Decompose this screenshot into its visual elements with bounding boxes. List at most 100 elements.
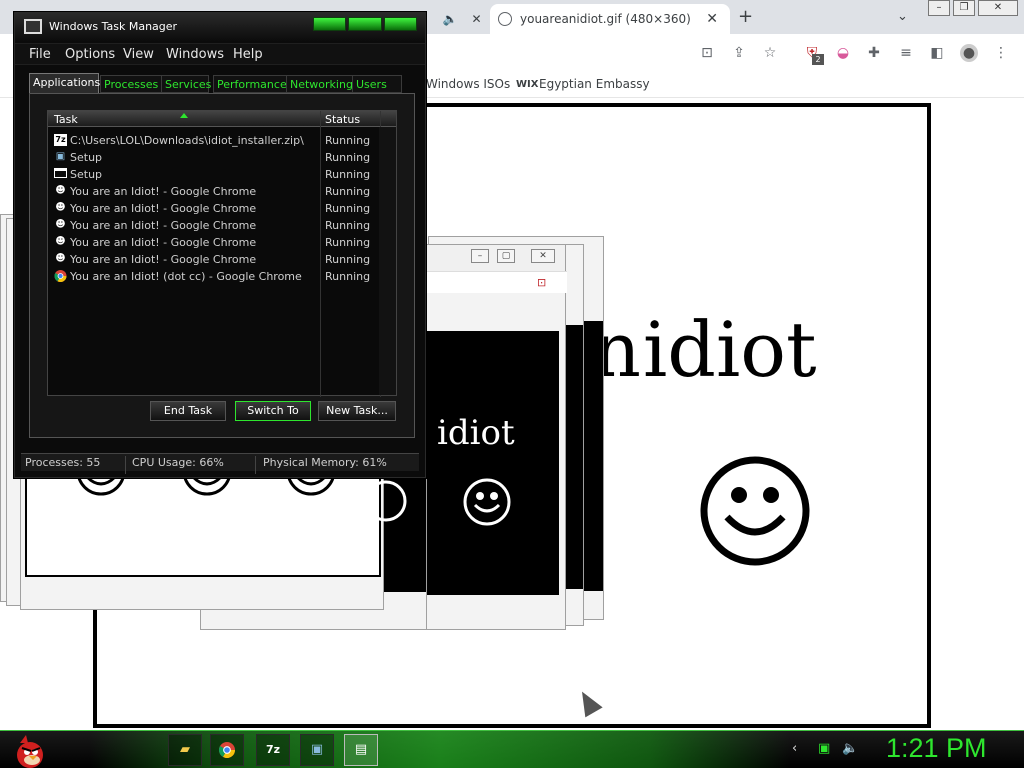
task-status: Running [325,134,371,147]
tab-youareanidiot[interactable]: youareanidiot.gif (480×360) ✕ [490,4,730,34]
menu-file[interactable]: File [29,47,51,62]
setup-icon[interactable]: ▣ [300,734,334,766]
tab-close-icon[interactable]: ✕ [471,12,481,26]
task-status: Running [325,202,371,215]
chevron-down-icon[interactable]: ⌄ [897,9,908,24]
blocked-popup-icon[interactable]: ⊡ [537,276,546,289]
table-row[interactable]: You are an Idiot! (dot cc) - Google Chro… [52,268,396,285]
taskbar: ▰ 7z ▣ ▤ ‹ ▣ 🔈 1:21 PM [0,730,1024,768]
popup-window[interactable]: – ▢ ✕ ⊡ idiot [426,244,567,630]
blocked-popup-icon[interactable]: ⊡ [698,44,716,62]
chrome-icon[interactable] [210,734,244,766]
new-task-button[interactable]: New Task... [318,401,396,421]
task-name: You are an Idiot! - Google Chrome [70,219,257,232]
smiley-icon: ☻ [55,219,66,230]
table-row[interactable]: ☻ You are an Idiot! - Google Chrome Runn… [52,183,396,200]
globe-icon [498,12,512,26]
smiley-icon [463,478,511,526]
start-button-angry-bird-icon[interactable] [6,731,50,768]
tab-applications[interactable]: Applications [29,73,100,95]
popup-window[interactable] [20,470,384,610]
menu-windows[interactable]: Windows [166,47,224,62]
menu-help[interactable]: Help [233,47,263,62]
new-tab-icon[interactable]: + [738,6,753,27]
table-row[interactable]: Setup Running [52,166,396,183]
status-bar: Processes: 55 CPU Usage: 66% Physical Me… [21,453,419,474]
restore-button[interactable]: ❐ [953,0,975,16]
task-manager-window[interactable]: Windows Task Manager File Options View W… [14,12,426,478]
task-name: You are an Idiot! - Google Chrome [70,253,257,266]
wix-icon: WIX [516,79,539,90]
task-status: Running [325,168,371,181]
divider [125,456,126,474]
popup-text: idiot [437,413,515,453]
table-row[interactable]: ☻ You are an Idiot! - Google Chrome Runn… [52,234,396,251]
close-button[interactable]: ✕ [978,0,1018,16]
task-status: Running [325,236,371,249]
tray-chevron-icon[interactable]: ‹ [792,741,797,756]
process-count: Processes: 55 [25,456,101,469]
tab-performance[interactable]: Performance [213,75,297,93]
smiley-icon: ☻ [55,202,66,213]
tab-close-icon[interactable]: ✕ [706,11,718,27]
tab-networking[interactable]: Networking [286,75,358,93]
media-icon[interactable]: ≡ [897,44,915,62]
minimize-button[interactable]: – [471,249,489,263]
menu-bar: File Options View Windows Help [15,43,425,65]
tab-audio-indicator[interactable]: 🔈 ✕ [438,4,486,34]
tab-users[interactable]: Users [352,75,402,93]
setup-icon: ▣ [55,151,66,162]
bookmark-windows-isos[interactable]: Windows ISOs [426,77,510,91]
table-row[interactable]: ☻ You are an Idiot! - Google Chrome Runn… [52,200,396,217]
menu-icon[interactable]: ⋮ [992,44,1010,62]
clock[interactable]: 1:21 PM [886,733,987,764]
extension-icon[interactable]: ◒ [834,44,852,62]
maximize-button[interactable]: ▢ [497,249,515,263]
task-name: You are an Idiot! - Google Chrome [70,185,257,198]
maximize-button[interactable] [348,17,382,31]
tab-services[interactable]: Services [161,75,211,93]
network-icon[interactable]: ▣ [818,741,830,756]
table-row[interactable]: ☻ You are an Idiot! - Google Chrome Runn… [52,217,396,234]
task-name: You are an Idiot! (dot cc) - Google Chro… [70,270,302,283]
menu-view[interactable]: View [123,47,154,62]
switch-to-button[interactable]: Switch To [235,401,311,421]
star-icon[interactable]: ☆ [761,44,779,62]
task-name: Setup [70,151,103,164]
task-name: C:\Users\LOL\Downloads\idiot_installer.z… [70,134,304,147]
table-row[interactable]: ☻ You are an Idiot! - Google Chrome Runn… [52,251,396,268]
close-button[interactable] [383,17,417,31]
menu-options[interactable]: Options [65,47,115,62]
column-task[interactable]: Task [54,113,78,126]
divider [255,456,256,474]
minimize-button[interactable]: – [928,0,950,16]
share-icon[interactable]: ⇪ [730,44,748,62]
minimize-button[interactable] [313,17,347,31]
cpu-usage: CPU Usage: 66% [132,456,224,469]
task-list[interactable]: Task Status 7z C:\Users\LOL\Downloads\id… [47,110,397,397]
task-manager-titlebar[interactable]: Windows Task Manager [15,13,425,41]
table-row[interactable]: 7z C:\Users\LOL\Downloads\idiot_installe… [52,132,396,149]
7z-icon: 7z [54,134,67,146]
profile-icon[interactable]: ● [960,44,978,62]
volume-icon[interactable]: 🔈 [842,741,858,756]
table-row[interactable]: ▣ Setup Running [52,149,396,166]
task-manager-icon[interactable]: ▤ [344,734,378,766]
tab-processes[interactable]: Processes [100,75,170,93]
end-task-button[interactable]: End Task [150,401,226,421]
task-name: Setup [70,168,103,181]
file-explorer-icon[interactable]: ▰ [168,734,202,766]
7z-icon[interactable]: 7z [256,734,290,766]
close-button[interactable]: ✕ [531,249,555,263]
task-name: You are an Idiot! - Google Chrome [70,202,257,215]
popup-titlebar: – ▢ ✕ [427,245,565,271]
popup-body [25,470,381,577]
physical-memory: Physical Memory: 61% [263,456,387,469]
column-status[interactable]: Status [325,113,360,126]
task-status: Running [325,151,371,164]
side-panel-icon[interactable]: ◧ [928,44,946,62]
extension-badge: 2 [812,54,824,65]
smiley-icon: ☻ [55,185,66,196]
puzzle-icon[interactable]: ✚ [865,44,883,62]
bookmark-egyptian-embassy[interactable]: Egyptian Embassy [539,77,650,91]
